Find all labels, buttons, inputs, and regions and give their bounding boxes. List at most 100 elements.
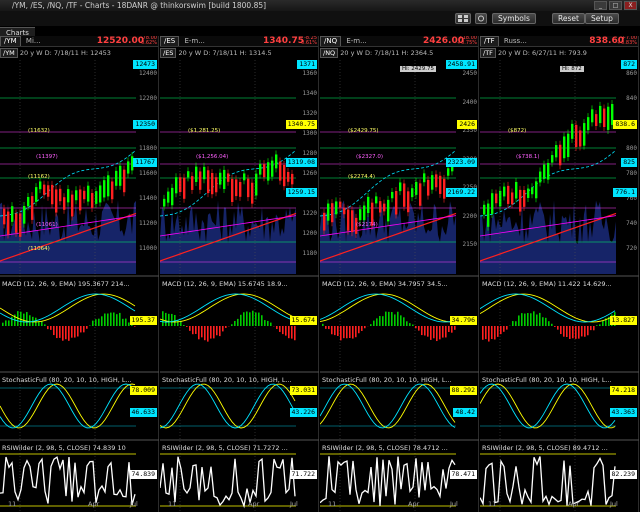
macd-histogram-bar	[213, 326, 215, 339]
rsi-label[interactable]: RSIWilder (2, 98, 5, CLOSE) 74.839 10	[2, 444, 157, 452]
chart-panel[interactable]: /NQ E-m... 2426.00 +18.00 +0.75% /NQ 20 …	[320, 36, 479, 512]
indicator-value-tag: 74.839	[129, 470, 157, 479]
candle	[399, 182, 402, 192]
macd-histogram-bar	[551, 323, 553, 326]
fib-label: ($2274.4)	[348, 174, 376, 180]
reset-button[interactable]: Reset	[552, 13, 585, 24]
candle	[223, 169, 226, 190]
macd-histogram-bar	[337, 326, 339, 336]
macd-histogram-bar	[107, 313, 109, 326]
stoch-label[interactable]: StochasticFull (80, 20, 10, 10, HIGH, L.…	[162, 376, 317, 384]
axis-tick-label: 800	[626, 145, 637, 152]
price-tag: 12473	[133, 60, 157, 69]
axis-tick-label: 860	[626, 70, 637, 77]
macd-label[interactable]: MACD (12, 26, 9, EMA) 11.422 14.629...	[482, 280, 637, 288]
macd-histogram-bar	[101, 316, 103, 326]
grid-layout-icon[interactable]	[455, 13, 471, 24]
indicator-value-tag: 195.37	[129, 316, 157, 325]
macd-histogram-bar	[258, 312, 260, 326]
macd-histogram-bar	[80, 326, 82, 333]
rsi-label[interactable]: RSIWilder (2, 98, 5, CLOSE) 71.7272 ...	[162, 444, 317, 452]
link-icon[interactable]	[475, 13, 487, 24]
axis-tick-label: 2200	[462, 212, 477, 220]
macd-histogram-bar	[515, 321, 517, 326]
candle	[207, 170, 210, 194]
macd-histogram-bar	[557, 326, 559, 330]
indicator-value-tag: 43.226	[289, 408, 317, 417]
axis-tick-label: 12200	[138, 95, 157, 102]
macd-label[interactable]: MACD (12, 26, 9, EMA) 15.6745 18.9...	[162, 280, 317, 288]
macd-histogram-bar	[533, 311, 535, 326]
symbols-button[interactable]: Symbols	[492, 13, 536, 24]
stoch-label[interactable]: StochasticFull (80, 20, 10, 10, HIGH, L.…	[482, 376, 637, 384]
macd-histogram-bar	[518, 315, 520, 326]
fib-label: (11162)	[28, 174, 50, 180]
chart-panel[interactable]: /YM Mi... 12520.00 -78.00 -0.62% /YM 20 …	[0, 36, 159, 512]
axis-tick-label: 1220	[302, 210, 317, 217]
candle	[603, 108, 606, 127]
price-axis: 1240012200120001180011600114001120011000	[136, 60, 158, 274]
x-axis-label: Apr	[568, 500, 580, 508]
candle	[595, 114, 598, 126]
candle	[419, 183, 422, 206]
macd-histogram-bar	[527, 313, 529, 326]
indicator-value-tag: 13.827	[609, 316, 637, 325]
macd-histogram-bar	[119, 312, 121, 326]
candle	[571, 123, 574, 139]
price-tag: 825	[621, 158, 637, 167]
macd-histogram-bar	[68, 326, 70, 341]
macd-histogram-bar	[71, 326, 73, 338]
macd-histogram-bar	[590, 326, 592, 331]
macd-histogram-bar	[539, 312, 541, 326]
macd-histogram-bar	[482, 326, 484, 340]
macd-histogram-bar	[491, 326, 493, 340]
macd-histogram-bar	[400, 315, 402, 326]
axis-tick-label: 1300	[302, 130, 317, 137]
maximize-button[interactable]: □	[609, 1, 622, 10]
macd-histogram-bar	[125, 318, 127, 326]
stoch-label[interactable]: StochasticFull (80, 20, 10, 10, HIGH, L.…	[322, 376, 477, 384]
price-tag: 776.1	[613, 188, 637, 197]
macd-histogram-bar	[219, 326, 221, 337]
price-tag: 2323.09	[445, 158, 477, 167]
macd-histogram-bar	[349, 326, 351, 339]
candle	[67, 189, 70, 203]
macd-histogram-bar	[168, 313, 170, 326]
candle	[491, 193, 494, 214]
macd-histogram-bar	[276, 326, 278, 330]
candle	[423, 173, 426, 183]
macd-histogram-bar	[294, 326, 296, 341]
macd-histogram-bar	[376, 318, 378, 326]
macd-histogram-bar	[524, 313, 526, 326]
price-axis: 860840820800780760740720	[616, 60, 638, 274]
stoch-label[interactable]: StochasticFull (80, 20, 10, 10, HIGH, L.…	[2, 376, 157, 384]
candle	[263, 164, 266, 178]
chart-panel[interactable]: /ES E-m... 1340.75 -8.25 -0.61% /ES 20 y…	[160, 36, 319, 512]
macd-histogram-bar	[445, 326, 447, 338]
macd-label[interactable]: MACD (12, 26, 9, EMA) 195.3677 214...	[2, 280, 157, 288]
indicator-value-tag: 88.292	[449, 386, 477, 395]
rsi-label[interactable]: RSIWilder (2, 98, 5, CLOSE) 89.4712 ...	[482, 444, 637, 452]
macd-histogram-bar	[252, 310, 254, 326]
macd-histogram-bar	[554, 326, 556, 327]
candle	[267, 162, 270, 181]
chart-panel[interactable]: /TF Russ... 838.60 +7.00 +0.83% /TF 20 y…	[480, 36, 639, 512]
close-button[interactable]: X	[624, 1, 637, 10]
indicator-value-tag: 71.722	[289, 470, 317, 479]
fib-label: ($2174)	[356, 222, 378, 228]
macd-histogram-bar	[488, 326, 490, 342]
axis-tick-label: 11800	[138, 145, 157, 152]
minimize-button[interactable]: _	[594, 1, 607, 10]
high-marker: Hi: 2429.75	[400, 66, 437, 72]
setup-button[interactable]: Setup	[585, 13, 619, 24]
fib-label: (11064)	[28, 246, 50, 252]
macd-histogram-bar	[388, 311, 390, 326]
macd-label[interactable]: MACD (12, 26, 9, EMA) 34.7957 34.5...	[322, 280, 477, 288]
candle	[487, 203, 490, 227]
candle	[87, 185, 90, 202]
rsi-label[interactable]: RSIWilder (2, 98, 5, CLOSE) 78.4712 ...	[322, 444, 477, 452]
macd-histogram-bar	[279, 326, 281, 332]
candle	[551, 155, 554, 163]
axis-tick-label: 2150	[462, 241, 477, 249]
candle	[251, 182, 254, 204]
